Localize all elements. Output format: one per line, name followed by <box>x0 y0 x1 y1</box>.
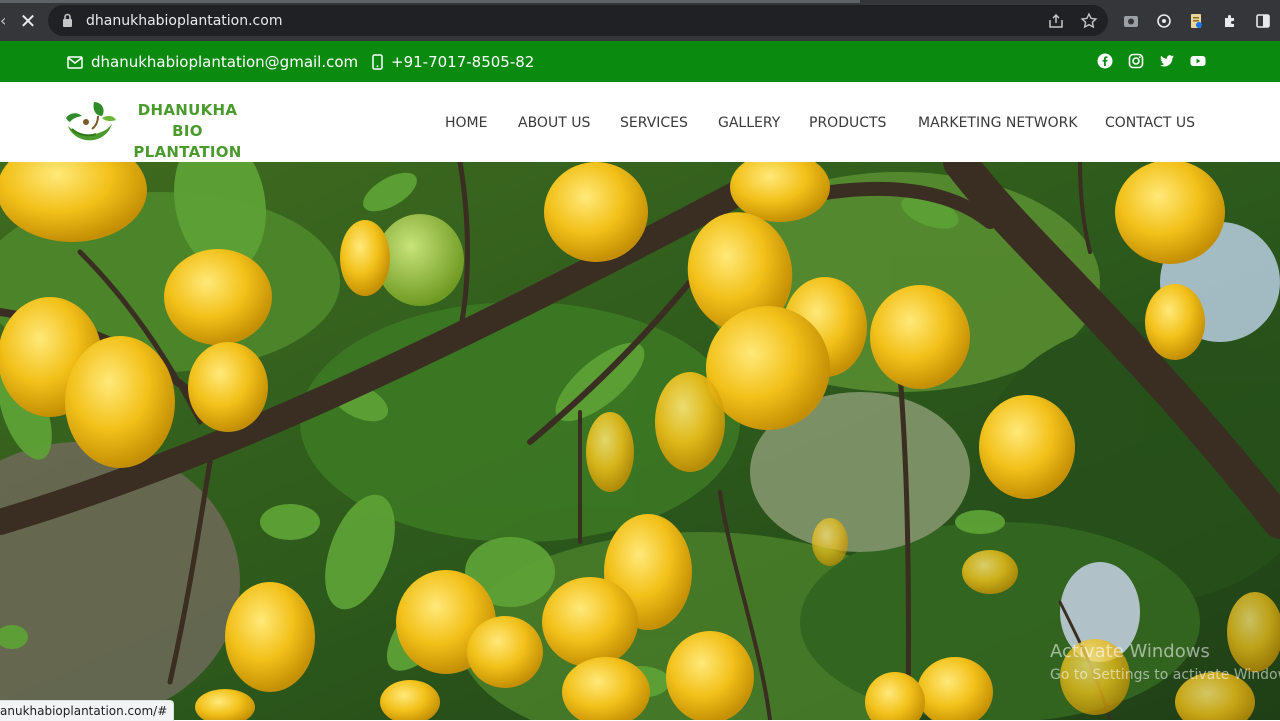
nav-home[interactable]: HOME <box>445 114 487 132</box>
hero-banner <box>0 162 1280 720</box>
phone-text[interactable]: +91-7017-8505-82 <box>391 53 534 71</box>
sidepanel-icon[interactable] <box>1254 12 1272 30</box>
openai-extension-icon[interactable] <box>1155 12 1173 30</box>
share-icon[interactable] <box>1047 12 1065 30</box>
nav-contact-us[interactable]: CONTACT US <box>1105 114 1195 132</box>
browser-toolbar: ‹ ✕ dhanukhabioplantation.com <box>0 0 1280 41</box>
nav-gallery[interactable]: GALLERY <box>718 114 780 132</box>
star-icon[interactable] <box>1080 12 1098 30</box>
logo-icon[interactable] <box>64 96 118 148</box>
facebook-icon[interactable] <box>1097 53 1113 69</box>
tab-strip-edge <box>0 0 860 3</box>
site-header: DHANUKHA BIO PLANTATION HOME ABOUT US SE… <box>0 82 1280 162</box>
mail-icon <box>67 55 83 69</box>
logo-line-2[interactable]: PLANTATION <box>120 142 255 163</box>
contact-bar: dhanukhabioplantation@gmail.com +91-7017… <box>0 41 1280 82</box>
twitter-icon[interactable] <box>1159 53 1175 69</box>
email-text[interactable]: dhanukhabioplantation@gmail.com <box>91 53 358 71</box>
puzzle-icon[interactable] <box>1221 12 1239 30</box>
url-text[interactable]: dhanukhabioplantation.com <box>86 12 282 30</box>
camera-extension-icon[interactable] <box>1122 12 1140 30</box>
nav-marketing-network[interactable]: MARKETING NETWORK <box>918 114 1078 132</box>
nav-services[interactable]: SERVICES <box>620 114 688 132</box>
youtube-icon[interactable] <box>1190 53 1206 69</box>
mobile-phone-icon <box>372 54 383 70</box>
instagram-icon[interactable] <box>1128 53 1144 69</box>
activate-windows-subtitle: Go to Settings to activate Window <box>1050 667 1280 683</box>
nav-products[interactable]: PRODUCTS <box>809 114 886 132</box>
link-status-bar: anukhabioplantation.com/# <box>0 700 175 721</box>
phone-link[interactable]: +91-7017-8505-82 <box>372 53 534 71</box>
close-icon[interactable]: ✕ <box>16 9 40 33</box>
email-link[interactable]: dhanukhabioplantation@gmail.com <box>67 53 358 71</box>
doc-extension-icon[interactable] <box>1187 12 1205 30</box>
activate-windows-title: Activate Windows <box>1050 641 1210 662</box>
lemon-tree-photo <box>0 162 1280 720</box>
logo-line-1[interactable]: DHANUKHA BIO <box>120 100 255 142</box>
logo-text[interactable]: DHANUKHA BIO PLANTATION <box>120 100 255 163</box>
nav-about-us[interactable]: ABOUT US <box>518 114 590 132</box>
lock-icon[interactable] <box>62 13 73 28</box>
back-arrow-icon[interactable]: ‹ <box>0 11 8 31</box>
